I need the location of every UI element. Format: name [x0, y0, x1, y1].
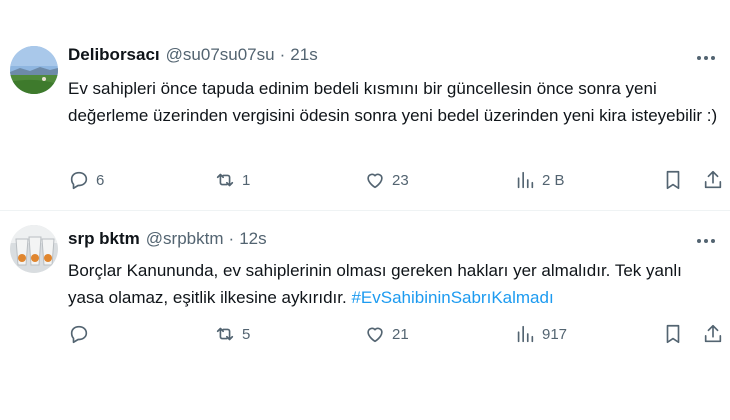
tweet-text: Ev sahipleri önce tapuda edinim bedeli k…	[68, 75, 718, 129]
action-bar: 5 21 917	[64, 319, 730, 349]
views-count: 2 B	[542, 171, 565, 189]
tweet-header: Deliborsacı @su07su07su · 21s	[68, 45, 318, 65]
heart-icon	[367, 173, 383, 189]
tweet-text: Borçlar Kanununda, ev sahiplerinin olmas…	[68, 257, 718, 311]
bookmark-button[interactable]	[662, 165, 684, 195]
display-name[interactable]: srp bktm	[68, 229, 140, 249]
share-button[interactable]	[702, 165, 724, 195]
retweet-button[interactable]: 1	[214, 165, 250, 195]
reply-button[interactable]	[68, 319, 96, 349]
more-icon[interactable]	[694, 48, 718, 68]
views-icon	[517, 325, 534, 343]
retweet-icon	[216, 173, 234, 187]
retweet-count: 1	[242, 171, 251, 189]
like-button[interactable]: 21	[364, 319, 409, 349]
action-bar: 6 1 23 2 B	[64, 165, 730, 195]
tweet-card[interactable]: Deliborsacı @su07su07su · 21s Ev sahiple…	[0, 0, 730, 210]
retweet-icon	[216, 327, 234, 341]
like-count: 21	[392, 325, 409, 343]
reply-count: 6	[96, 171, 105, 189]
tweet-header: srp bktm @srpbktm · 12s	[68, 229, 267, 249]
reply-icon	[70, 171, 88, 190]
separator-dot: ·	[228, 229, 235, 248]
landscape-avatar-image	[10, 46, 58, 94]
display-name[interactable]: Deliborsacı	[68, 45, 160, 65]
hashtag-link[interactable]: #EvSahibininSabrıKalmadı	[351, 288, 553, 307]
cups-avatar-image	[10, 225, 58, 273]
bookmark-button[interactable]	[662, 319, 684, 349]
reply-button[interactable]: 6	[68, 165, 104, 195]
views-icon	[517, 171, 534, 189]
avatar[interactable]	[10, 46, 58, 94]
avatar[interactable]	[10, 225, 58, 273]
retweet-count: 5	[242, 325, 251, 343]
timestamp[interactable]: 12s	[239, 229, 266, 249]
bookmark-icon	[666, 324, 680, 344]
separator-dot: ·	[279, 45, 286, 64]
bookmark-icon	[666, 170, 680, 190]
heart-icon	[367, 327, 383, 343]
user-handle[interactable]: @su07su07su	[166, 45, 275, 65]
share-icon	[704, 170, 722, 189]
like-button[interactable]: 23	[364, 165, 409, 195]
more-icon[interactable]	[694, 231, 718, 251]
views-button[interactable]: 917	[514, 319, 567, 349]
share-icon	[704, 324, 722, 343]
tweet-card[interactable]: srp bktm @srpbktm · 12s Borçlar Kanunund…	[0, 211, 730, 420]
share-button[interactable]	[702, 319, 724, 349]
retweet-button[interactable]: 5	[214, 319, 250, 349]
reply-icon	[70, 325, 88, 344]
views-button[interactable]: 2 B	[514, 165, 565, 195]
user-handle[interactable]: @srpbktm	[146, 229, 224, 249]
timestamp[interactable]: 21s	[290, 45, 317, 65]
views-count: 917	[542, 325, 568, 343]
tweet-text-content: Ev sahipleri önce tapuda edinim bedeli k…	[68, 79, 718, 125]
like-count: 23	[392, 171, 409, 189]
